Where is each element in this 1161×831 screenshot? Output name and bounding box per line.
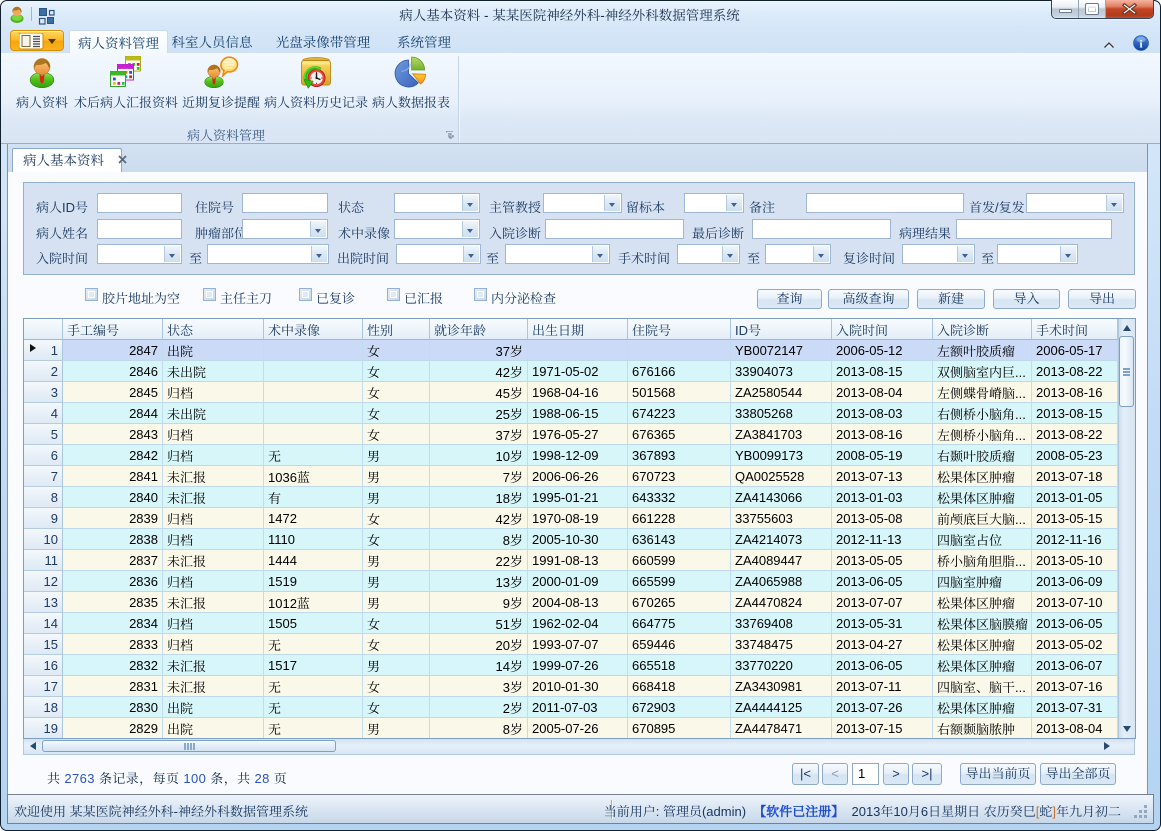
svg-text:i: i bbox=[1139, 39, 1142, 51]
